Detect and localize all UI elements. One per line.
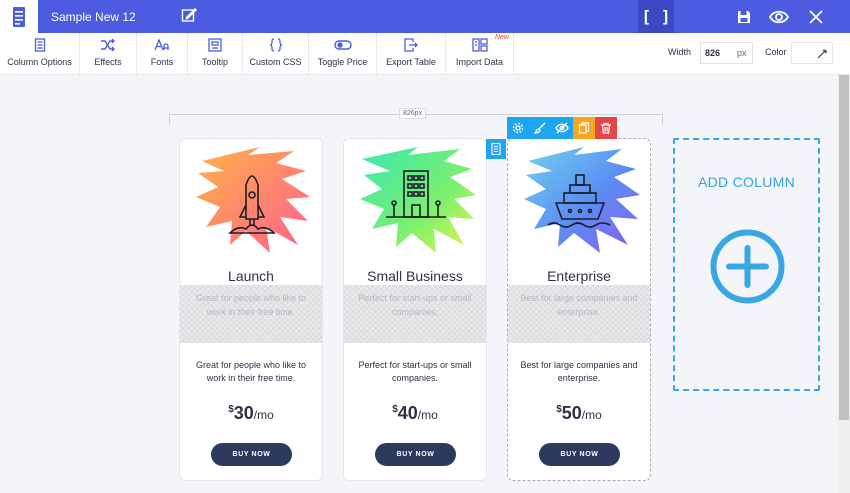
tool-effects[interactable]: Effects — [80, 33, 137, 75]
column-style-brush-icon[interactable] — [529, 117, 551, 139]
ruler-label: 826px — [399, 108, 427, 119]
column-price: $50/mo — [508, 403, 650, 424]
price-period: /mo — [581, 408, 602, 422]
add-column-label: ADD COLUMN — [697, 174, 796, 190]
buy-now-button[interactable]: BUY NOW — [211, 443, 292, 466]
table-name: Sample New 12 — [51, 10, 136, 24]
color-picker-field[interactable] — [791, 42, 833, 64]
width-label: Width — [668, 47, 692, 57]
tool-label: Column Options — [7, 57, 72, 67]
tool-export-table[interactable]: Export Table — [377, 33, 446, 75]
preview-eye-icon[interactable] — [769, 7, 789, 27]
new-badge: New — [494, 34, 509, 41]
pricing-column-launch[interactable]: Launch Great for people who like to work… — [179, 138, 323, 481]
export-icon — [404, 38, 418, 52]
column-subtitle: Perfect for start-ups or small companies… — [344, 285, 486, 343]
column-description: Great for people who like to work in the… — [195, 360, 307, 383]
column-settings-icon[interactable] — [507, 117, 529, 139]
building-icon — [360, 147, 476, 253]
import-icon — [471, 38, 488, 52]
ruler-tick — [169, 114, 170, 124]
column-delete-icon[interactable] — [595, 117, 617, 139]
price-period: /mo — [417, 408, 438, 422]
eyedropper-icon[interactable] — [816, 48, 828, 60]
tool-custom-css[interactable]: Custom CSS — [243, 33, 309, 75]
edit-title-icon[interactable] — [181, 7, 199, 25]
price-period: /mo — [253, 408, 274, 422]
column-title: Enterprise — [547, 268, 611, 284]
tool-toggle-price[interactable]: Toggle Price — [309, 33, 377, 75]
column-title: Launch — [228, 268, 274, 284]
column-subtitle: Best for large companies and enterprise. — [508, 285, 650, 343]
price-amount: 50 — [561, 403, 582, 423]
braces-icon — [269, 38, 282, 52]
tooltip-icon — [208, 38, 222, 52]
ruler-tick — [662, 114, 663, 124]
tool-label: Import Data — [455, 57, 504, 67]
font-icon — [154, 38, 169, 51]
tool-tooltip[interactable]: Tooltip — [188, 33, 243, 75]
column-price: $30/mo — [180, 403, 322, 424]
toggle-icon — [333, 40, 352, 50]
tool-fonts[interactable]: Fonts — [137, 33, 188, 75]
buy-now-button[interactable]: BUY NOW — [539, 443, 620, 466]
width-field[interactable]: 826 px — [700, 42, 753, 64]
scrollbar-thumb[interactable] — [839, 75, 849, 420]
document-icon — [34, 38, 45, 52]
column-price: $40/mo — [344, 403, 486, 424]
column-subtitle: Great for people who like to work in the… — [180, 285, 322, 343]
close-icon[interactable] — [806, 7, 826, 27]
add-column-button[interactable]: ADD COLUMN — [673, 138, 820, 391]
width-unit: px — [737, 48, 747, 58]
color-label: Color — [765, 47, 787, 57]
tool-column-options[interactable]: Column Options — [0, 33, 80, 75]
tool-label: Tooltip — [201, 57, 228, 67]
save-icon[interactable] — [734, 7, 754, 27]
price-amount: 30 — [233, 403, 254, 423]
column-document-icon[interactable] — [486, 139, 506, 159]
pricing-column-enterprise[interactable]: Enterprise Best for large companies and … — [507, 138, 651, 481]
app-logo-icon[interactable] — [0, 0, 38, 33]
rocket-icon — [196, 147, 310, 253]
column-description: Best for large companies and enterprise. — [520, 360, 638, 383]
column-action-bar — [507, 117, 617, 139]
shortcode-button[interactable]: [ ] — [638, 0, 674, 33]
plus-circle-icon[interactable] — [709, 228, 786, 305]
buy-now-button[interactable]: BUY NOW — [375, 443, 456, 466]
top-bar: Sample New 12 [ ] — [0, 0, 850, 33]
tool-label: Effects — [94, 57, 122, 67]
pricing-column-small-business[interactable]: Small Business Perfect for start-ups or … — [343, 138, 487, 481]
column-hide-eye-icon[interactable] — [551, 117, 573, 139]
width-value[interactable]: 826 — [705, 48, 731, 58]
tool-label: Toggle Price — [317, 57, 368, 67]
column-duplicate-icon[interactable] — [573, 117, 595, 139]
shuffle-icon — [101, 38, 115, 52]
column-title: Small Business — [367, 268, 463, 284]
tool-import-data[interactable]: Import Data New — [446, 33, 514, 75]
tool-label: Custom CSS — [249, 57, 302, 67]
price-amount: 40 — [397, 403, 418, 423]
column-description: Perfect for start-ups or small companies… — [358, 360, 472, 383]
tool-label: Fonts — [150, 57, 174, 67]
tool-label: Export Table — [386, 57, 436, 67]
ship-icon — [524, 147, 640, 253]
